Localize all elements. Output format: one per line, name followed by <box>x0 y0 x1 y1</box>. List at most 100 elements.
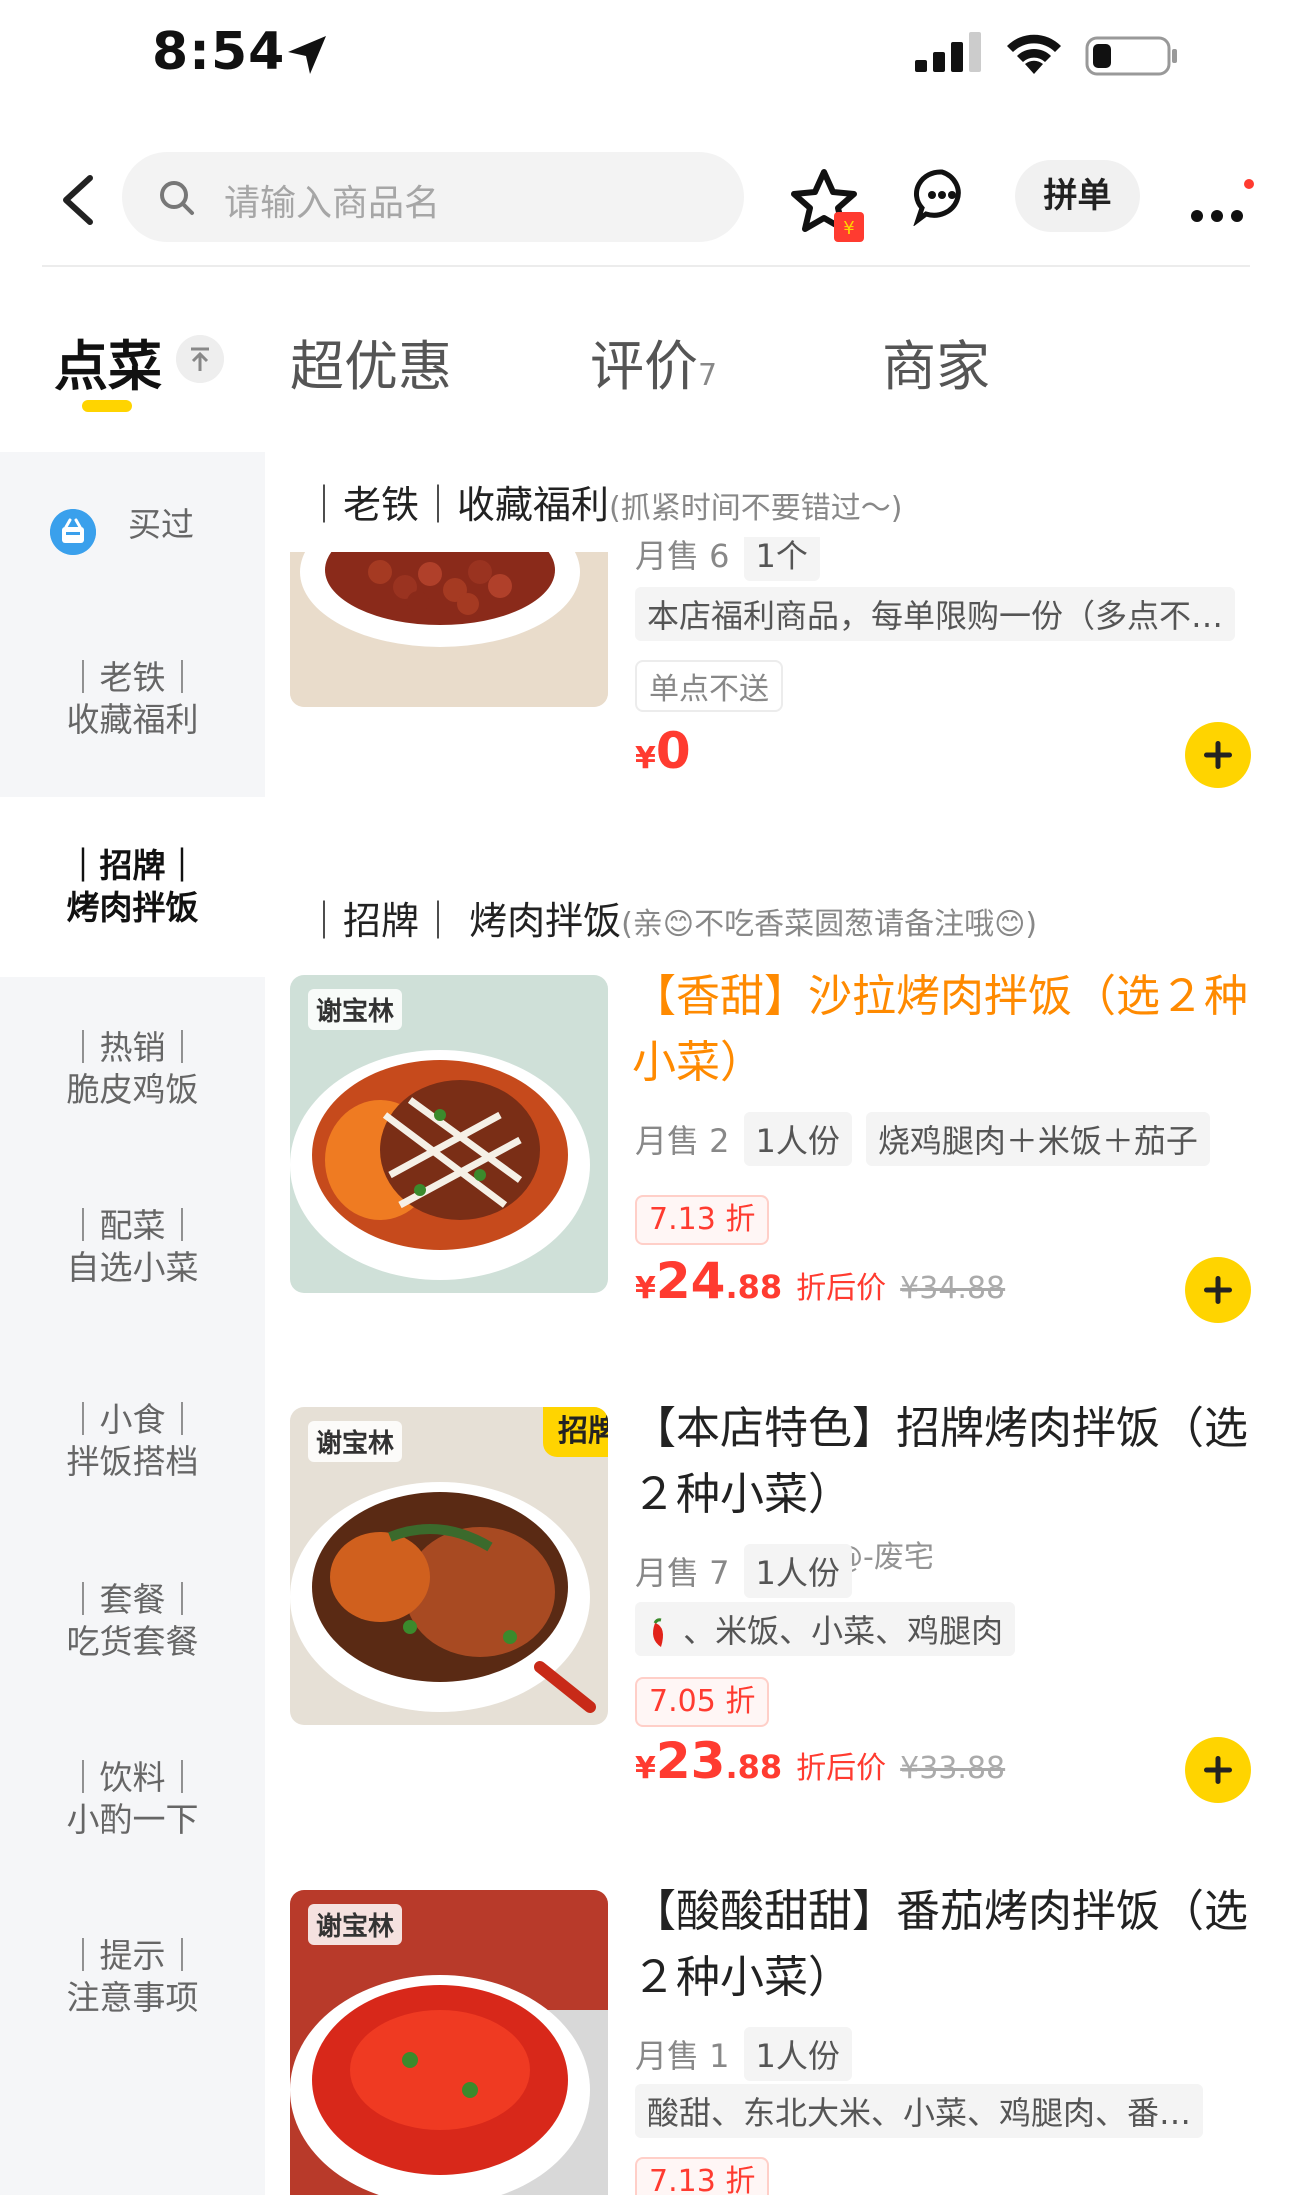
sidebar-item-signature[interactable]: ｜招牌｜ 烤肉拌饭 <box>0 797 265 977</box>
fav-sales-row: 月售 6 1个 <box>635 537 820 581</box>
price-value: 0 <box>655 722 691 780</box>
sidebar-item-line1: ｜小食｜ <box>66 1400 199 1439</box>
scroll-to-top-icon[interactable] <box>176 335 224 383</box>
dish-desc-row: 、米饭、小菜、鸡腿肉 <box>635 1602 1016 1656</box>
group-order-button[interactable]: 拼单 <box>1015 160 1140 232</box>
sidebar-item-line2: 自选小菜 <box>66 1248 199 1287</box>
discount-badge: 7.05 折 <box>635 1677 770 1727</box>
dish-image-salad-bbq[interactable]: 谢宝林 <box>290 975 608 1293</box>
sidebar-item-line1: ｜饮料｜ <box>66 1758 199 1797</box>
more-options-icon[interactable] <box>1185 170 1255 230</box>
portion-chip: 1人份 <box>743 1544 852 1598</box>
dish-image-signature-bbq[interactable]: 谢宝林 招牌 <box>290 1407 608 1725</box>
signature-badge: 招牌 <box>543 1407 608 1457</box>
back-arrow-icon[interactable] <box>50 170 110 230</box>
fav-tag-row: 单点不送 <box>635 660 783 712</box>
sidebar-item-line2: 脆皮鸡饭 <box>66 1070 199 1109</box>
sidebar-item-line2: 烤肉拌饭 <box>66 888 199 927</box>
sidebar-item-line1: ｜老铁｜ <box>66 658 199 697</box>
discounted-price-label: 折后价 <box>796 1751 887 1786</box>
fav-desc-row: 本店福利商品，每单限购一份（多点不… <box>635 587 1235 641</box>
section-title-signature: ｜招牌｜ 烤肉拌饭(亲😊不吃香菜圆葱请备注哦😊) <box>305 890 1037 945</box>
discounted-price-label: 折后价 <box>796 1271 887 1306</box>
sidebar-item-sides[interactable]: ｜配菜｜ 自选小菜 <box>0 1155 265 1333</box>
tab-order[interactable]: 点菜 <box>54 322 162 401</box>
status-bar: 8:54 <box>0 0 1290 120</box>
sales-count: 月售 2 <box>635 1122 730 1160</box>
portion-chip: 1个 <box>743 537 820 581</box>
active-tab-indicator <box>82 400 132 412</box>
dish-meta-row: 月售 7 1人份 <box>635 1544 852 1598</box>
tab-bar: 点菜 超优惠 评价7 商家 <box>0 310 1290 420</box>
search-placeholder: 请输入商品名 <box>224 183 441 224</box>
price: ¥23.88 <box>635 1732 782 1790</box>
sidebar-item-line2: 小酌一下 <box>66 1800 199 1839</box>
brand-logo: 谢宝林 <box>308 1421 403 1462</box>
no-single-delivery-tag: 单点不送 <box>635 660 783 712</box>
dish-image-peanuts[interactable] <box>290 552 608 707</box>
price-decimal: .88 <box>725 1748 783 1786</box>
price-int: 23 <box>655 1732 726 1790</box>
fav-price-row: ¥0 <box>635 722 691 780</box>
brand-logo: 谢宝林 <box>308 989 403 1030</box>
dish-meta-row: 月售 1 1人份 <box>635 2027 852 2081</box>
sidebar-item-bought[interactable]: 买过 <box>0 452 265 602</box>
dish-description: 酸甜、东北大米、小菜、鸡腿肉、番… <box>635 2084 1204 2138</box>
dish-desc-row: 酸甜、东北大米、小菜、鸡腿肉、番… <box>635 2084 1204 2138</box>
sidebar-item-line1: ｜配菜｜ <box>66 1206 199 1245</box>
status-time: 8:54 <box>152 22 286 82</box>
tab-merchant[interactable]: 商家 <box>882 322 990 401</box>
discount-badge: 7.13 折 <box>635 1195 770 1245</box>
dish-description-text: 、米饭、小菜、鸡腿肉 <box>683 1612 1004 1650</box>
brand-logo: 谢宝林 <box>308 1904 403 1945</box>
dish-name[interactable]: 【本店特色】招牌烤肉拌饭（选２种小菜） <box>632 1396 1272 1528</box>
add-to-cart-button[interactable] <box>1185 1257 1251 1323</box>
tab-reviews-count: 7 <box>698 358 718 393</box>
section-title-fav: ｜老铁｜收藏福利(抓紧时间不要错过～) <box>305 474 902 529</box>
sidebar-item-line2: 收藏福利 <box>66 700 199 739</box>
cellular-signal-icon <box>915 32 981 72</box>
sidebar-item-fav[interactable]: ｜老铁｜ 收藏福利 <box>0 602 265 788</box>
add-to-cart-button[interactable] <box>1185 1737 1251 1803</box>
original-price: ¥33.88 <box>900 1751 1006 1786</box>
dish-description: 、米饭、小菜、鸡腿肉 <box>635 1602 1016 1656</box>
search-icon <box>160 181 194 215</box>
dish-price-row: ¥24.88 折后价 ¥34.88 <box>635 1252 1005 1310</box>
top-header: 请输入商品名 ¥ 拼单 <box>0 150 1290 260</box>
tab-reviews[interactable]: 评价7 <box>590 322 717 401</box>
sidebar-item-line2: 注意事项 <box>66 1978 199 2017</box>
sales-count: 月售 1 <box>635 2037 730 2075</box>
section-note: (抓紧时间不要错过～) <box>609 491 903 526</box>
price: ¥0 <box>635 722 691 780</box>
tab-deals[interactable]: 超优惠 <box>290 322 452 401</box>
peanuts-image <box>290 552 608 707</box>
battery-icon <box>1085 36 1177 76</box>
sidebar-item-notes[interactable]: ｜提示｜ 注意事项 <box>0 1867 265 2045</box>
favorite-star-icon[interactable]: ¥ <box>790 166 870 246</box>
message-bubble-icon[interactable] <box>912 166 972 226</box>
sidebar-item-line1: ｜提示｜ <box>66 1936 199 1975</box>
category-sidebar: 买过 ｜老铁｜ 收藏福利 ｜招牌｜ 烤肉拌饭 ｜热销｜ 脆皮鸡饭 ｜配菜｜ 自选… <box>0 452 265 2195</box>
sidebar-item-line1: ｜套餐｜ <box>66 1580 199 1619</box>
dish-name[interactable]: 【香甜】沙拉烤肉拌饭（选２种小菜） <box>632 964 1272 1096</box>
sidebar-item-line2: 吃货套餐 <box>66 1622 199 1661</box>
svg-text:¥: ¥ <box>843 218 854 239</box>
section-title-text: ｜老铁｜收藏福利 <box>305 483 610 527</box>
sidebar-item-drinks[interactable]: ｜饮料｜ 小酌一下 <box>0 1689 265 1867</box>
dish-name[interactable]: 【酸酸甜甜】番茄烤肉拌饭（选２种小菜） <box>632 1879 1272 2011</box>
price-int: 24 <box>655 1252 726 1310</box>
price-currency: ¥ <box>635 1271 656 1306</box>
dish-description: 本店福利商品，每单限购一份（多点不… <box>635 587 1235 641</box>
dish-description: 烧鸡腿肉＋米饭＋茄子 <box>865 1112 1210 1166</box>
search-input[interactable]: 请输入商品名 <box>122 152 744 242</box>
price-currency: ¥ <box>635 741 656 776</box>
sidebar-item-hot[interactable]: ｜热销｜ 脆皮鸡饭 <box>0 977 265 1155</box>
sidebar-item-combos[interactable]: ｜套餐｜ 吃货套餐 <box>0 1511 265 1689</box>
header-divider <box>42 265 1250 267</box>
tab-reviews-label: 评价 <box>590 335 698 398</box>
add-to-cart-button[interactable] <box>1185 722 1251 788</box>
original-price: ¥34.88 <box>900 1271 1006 1306</box>
sidebar-item-snacks[interactable]: ｜小食｜ 拌饭搭档 <box>0 1333 265 1511</box>
dish-image-tomato-bbq[interactable]: 谢宝林 <box>290 1890 608 2195</box>
discount-badge: 7.13 折 <box>635 2157 770 2195</box>
